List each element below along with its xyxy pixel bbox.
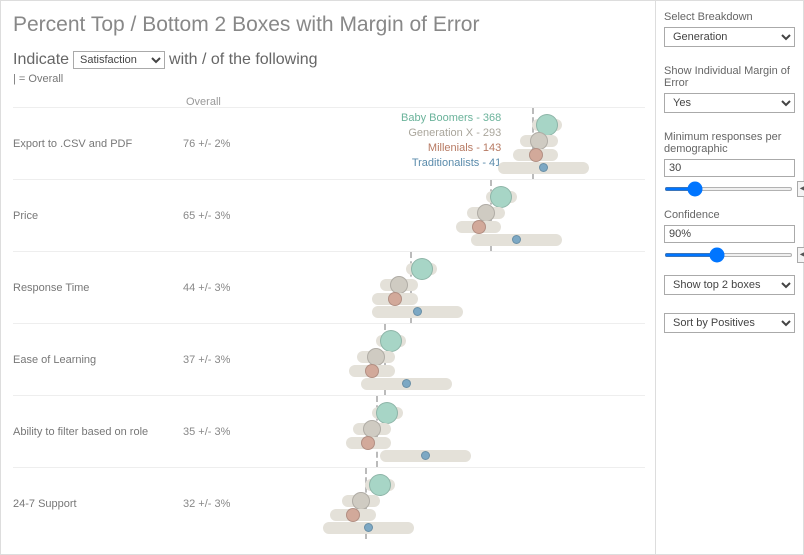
data-point <box>490 186 512 208</box>
show-moe-select[interactable]: Yes <box>664 93 795 113</box>
data-point <box>411 258 433 280</box>
table-row: Ability to filter based on role35 +/- 3% <box>13 395 645 467</box>
data-point <box>388 292 402 306</box>
row-overall-value: 37 +/- 3% <box>183 354 243 366</box>
data-point <box>402 379 411 388</box>
show-top-select[interactable]: Show top 2 boxes <box>664 275 795 295</box>
row-label: Export to .CSV and PDF <box>13 138 183 150</box>
page-title: Percent Top / Bottom 2 Boxes with Margin… <box>13 13 645 37</box>
row-label: Ability to filter based on role <box>13 426 183 438</box>
show-moe-label: Show Individual Margin of Error <box>664 65 795 89</box>
min-responses-input[interactable] <box>664 159 795 177</box>
row-label: 24-7 Support <box>13 498 183 510</box>
row-overall-value: 32 +/- 3% <box>183 498 243 510</box>
data-point <box>376 402 398 424</box>
row-plot <box>243 468 645 539</box>
row-plot <box>243 180 645 251</box>
breakdown-label: Select Breakdown <box>664 11 795 23</box>
sort-by-select[interactable]: Sort by Positives <box>664 313 795 333</box>
overall-legend-note: | = Overall <box>13 73 645 85</box>
confidence-prev-button[interactable]: ◄ <box>797 247 804 263</box>
subtitle-suffix: with / of the following <box>169 51 318 69</box>
data-point <box>369 474 391 496</box>
data-point <box>364 523 373 532</box>
row-overall-value: 65 +/- 3% <box>183 210 243 222</box>
table-row: Price65 +/- 3% <box>13 179 645 251</box>
row-label: Price <box>13 210 183 222</box>
row-overall-value: 44 +/- 3% <box>183 282 243 294</box>
breakdown-select[interactable]: Generation <box>664 27 795 47</box>
confidence-input[interactable] <box>664 225 795 243</box>
data-point <box>472 220 486 234</box>
row-plot <box>243 252 645 323</box>
table-row: Response Time44 +/- 3% <box>13 251 645 323</box>
min-responses-label: Minimum responses per demographic <box>664 131 795 155</box>
controls-sidebar: Select Breakdown Generation Show Individ… <box>655 1 803 554</box>
row-label: Ease of Learning <box>13 354 183 366</box>
row-plot <box>243 396 645 467</box>
data-point <box>539 163 548 172</box>
indicate-select[interactable]: Satisfaction <box>73 51 165 69</box>
confidence-label: Confidence <box>664 209 795 221</box>
table-row: 24-7 Support32 +/- 3% <box>13 467 645 539</box>
row-overall-value: 76 +/- 2% <box>183 138 243 150</box>
confidence-slider[interactable] <box>664 253 793 257</box>
min-responses-slider[interactable] <box>664 187 793 191</box>
min-responses-prev-button[interactable]: ◄ <box>797 181 804 197</box>
table-row: Ease of Learning37 +/- 3% <box>13 323 645 395</box>
row-label: Response Time <box>13 282 183 294</box>
data-point <box>421 451 430 460</box>
data-point <box>529 148 543 162</box>
row-plot <box>243 324 645 395</box>
table-row: Export to .CSV and PDF76 +/- 2% <box>13 107 645 179</box>
subtitle-prefix: Indicate <box>13 51 69 69</box>
data-point <box>380 330 402 352</box>
row-overall-value: 35 +/- 3% <box>183 426 243 438</box>
subtitle: Indicate Satisfaction with / of the foll… <box>13 51 645 69</box>
row-plot <box>243 108 645 179</box>
